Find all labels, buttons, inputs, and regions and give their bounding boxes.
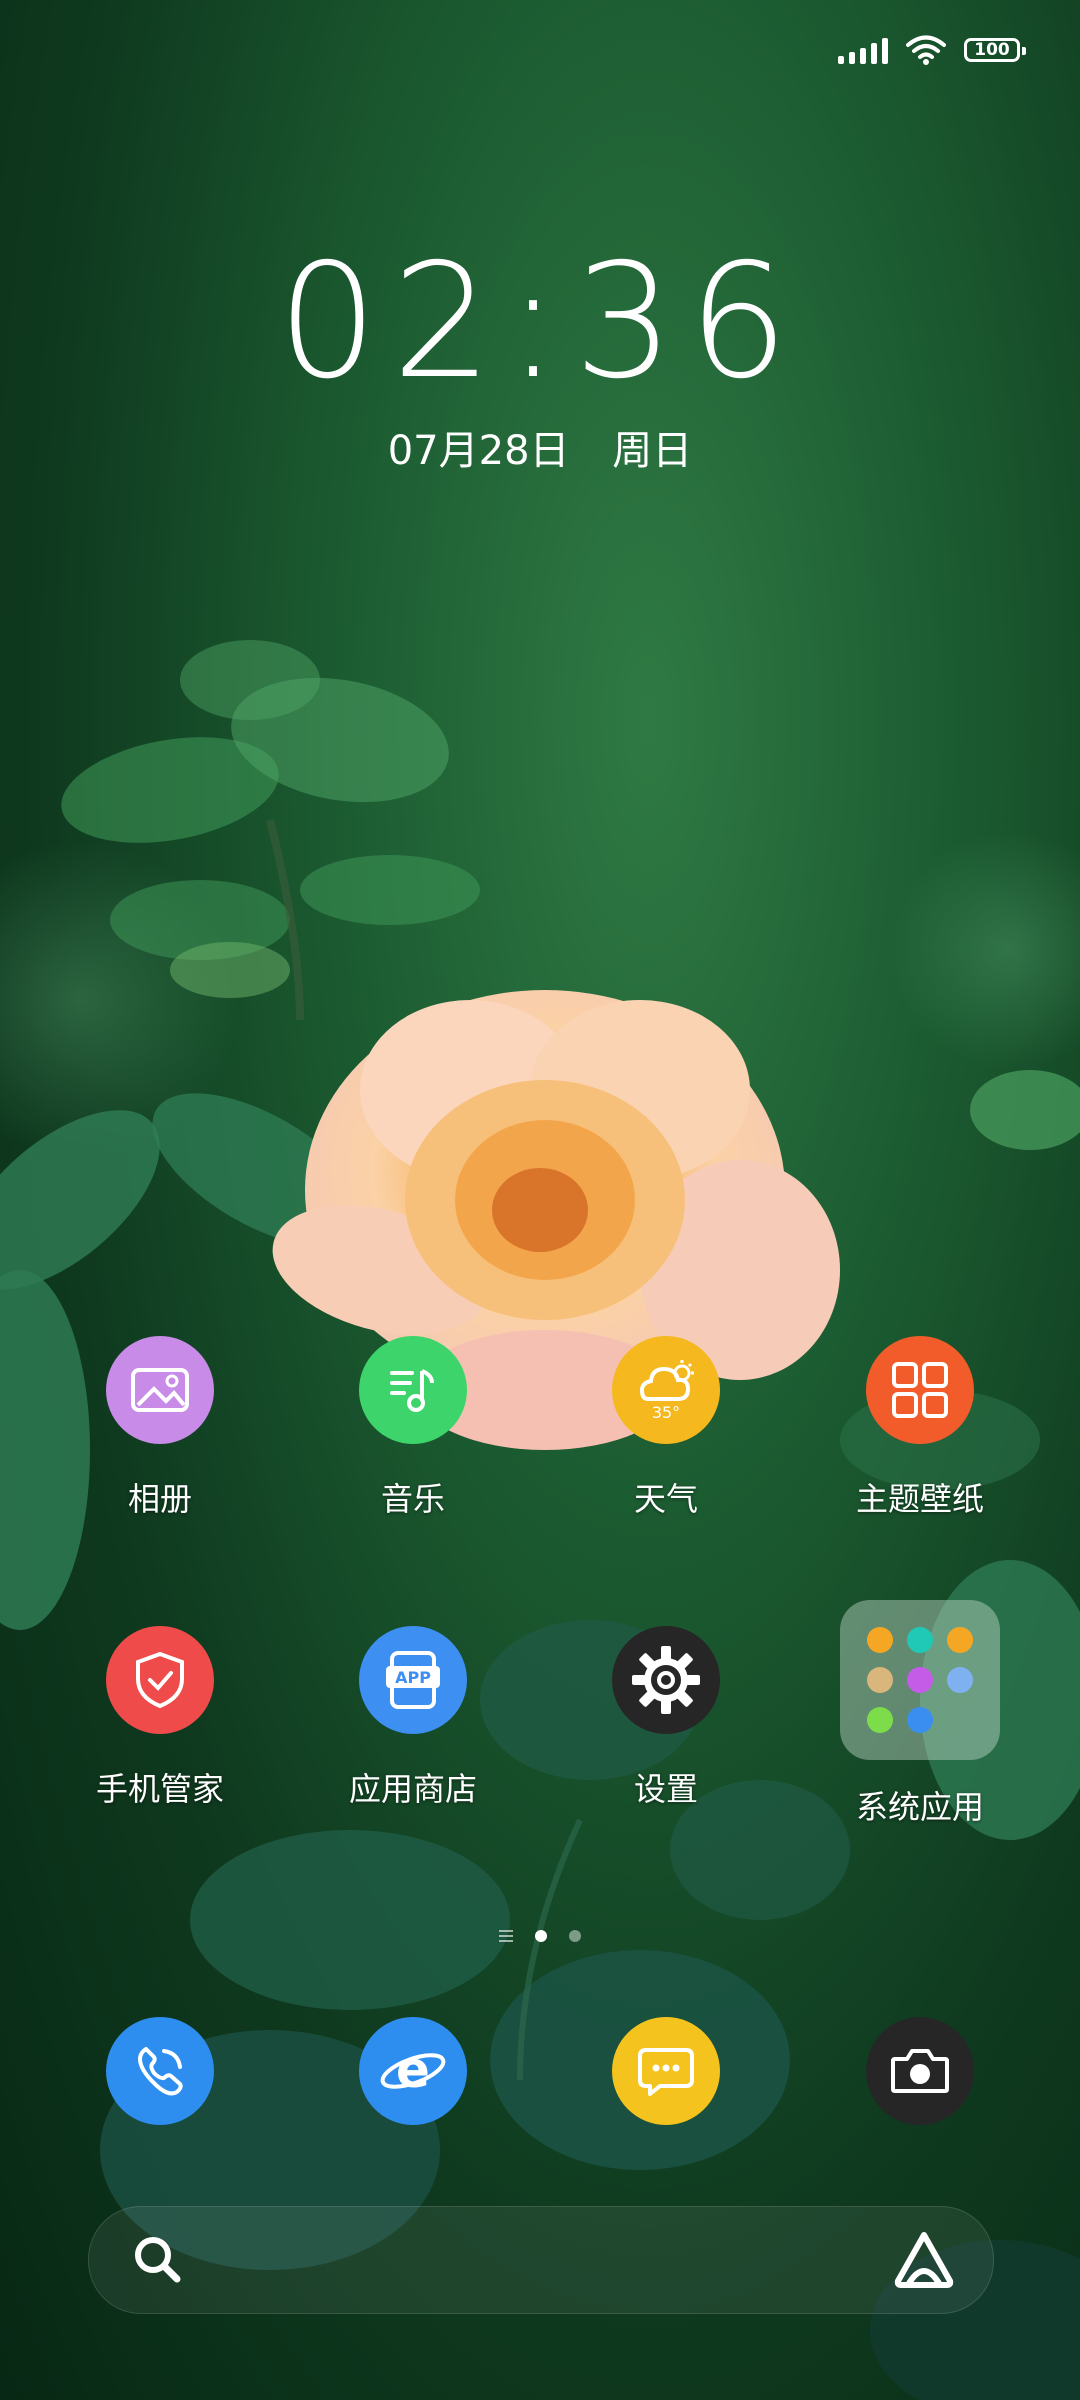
folder-system-apps[interactable]: 系统应用 — [810, 1600, 1030, 1828]
page-indicator[interactable] — [0, 1930, 1080, 1942]
shield-icon — [106, 1626, 214, 1734]
mini-app-icon — [867, 1707, 893, 1733]
app-gallery[interactable]: 相册 — [50, 1336, 270, 1520]
mini-app-icon — [947, 1627, 973, 1653]
app-label: 主题壁纸 — [855, 1480, 984, 1518]
app-security[interactable]: 手机管家 — [50, 1626, 270, 1810]
message-icon — [612, 2017, 720, 2125]
folder-icon — [840, 1600, 1000, 1760]
battery-indicator: 100 — [964, 38, 1026, 62]
gallery-icon — [106, 1336, 214, 1444]
app-label: 音乐 — [380, 1480, 445, 1518]
app-label: 天气 — [633, 1480, 698, 1518]
signal-icon — [838, 36, 888, 64]
mini-app-icon — [907, 1667, 933, 1693]
app-label: 应用商店 — [348, 1770, 477, 1808]
app-store-badge: APP — [395, 1668, 431, 1687]
grid-icon — [866, 1336, 974, 1444]
dock-phone[interactable] — [50, 2017, 270, 2125]
app-label: 系统应用 — [855, 1788, 984, 1826]
app-store-icon: APP — [359, 1626, 467, 1734]
app-settings[interactable]: 设置 — [556, 1626, 776, 1810]
browser-icon: e — [359, 2017, 467, 2125]
phone-icon — [106, 2017, 214, 2125]
app-appstore[interactable]: APP 应用商店 — [303, 1626, 523, 1810]
dock-messages[interactable] — [556, 2017, 776, 2125]
app-label: 相册 — [127, 1480, 192, 1518]
app-music[interactable]: 音乐 — [303, 1336, 523, 1520]
mini-app-icon — [867, 1627, 893, 1653]
music-icon — [359, 1336, 467, 1444]
assistant-icon[interactable] — [893, 2231, 955, 2289]
status-bar: 100 — [838, 28, 1026, 72]
camera-icon — [866, 2017, 974, 2125]
weather-temp: 35° — [651, 1402, 681, 1422]
mini-app-icon — [907, 1707, 933, 1733]
gear-icon — [612, 1626, 720, 1734]
search-bar[interactable] — [88, 2206, 994, 2314]
page-dot — [569, 1930, 581, 1942]
app-themes[interactable]: 主题壁纸 — [810, 1336, 1030, 1520]
app-label: 手机管家 — [95, 1770, 224, 1808]
mini-app-icon — [947, 1667, 973, 1693]
svg-text:e: e — [396, 2041, 430, 2099]
page-dot-active — [535, 1930, 547, 1942]
clock-time: 02:36 — [277, 230, 803, 414]
clock-date: 07月28日 周日 — [387, 428, 693, 474]
app-label: 设置 — [633, 1770, 698, 1808]
search-icon — [135, 2237, 181, 2283]
wifi-icon — [906, 35, 946, 65]
dock-camera[interactable] — [810, 2017, 1030, 2125]
dock-browser[interactable]: e — [303, 2017, 523, 2125]
weather-icon: 35° — [612, 1336, 720, 1444]
app-weather[interactable]: 35° 天气 — [556, 1336, 776, 1520]
mini-app-icon — [907, 1627, 933, 1653]
mini-app-icon — [867, 1667, 893, 1693]
menu-lines-icon — [499, 1930, 513, 1942]
